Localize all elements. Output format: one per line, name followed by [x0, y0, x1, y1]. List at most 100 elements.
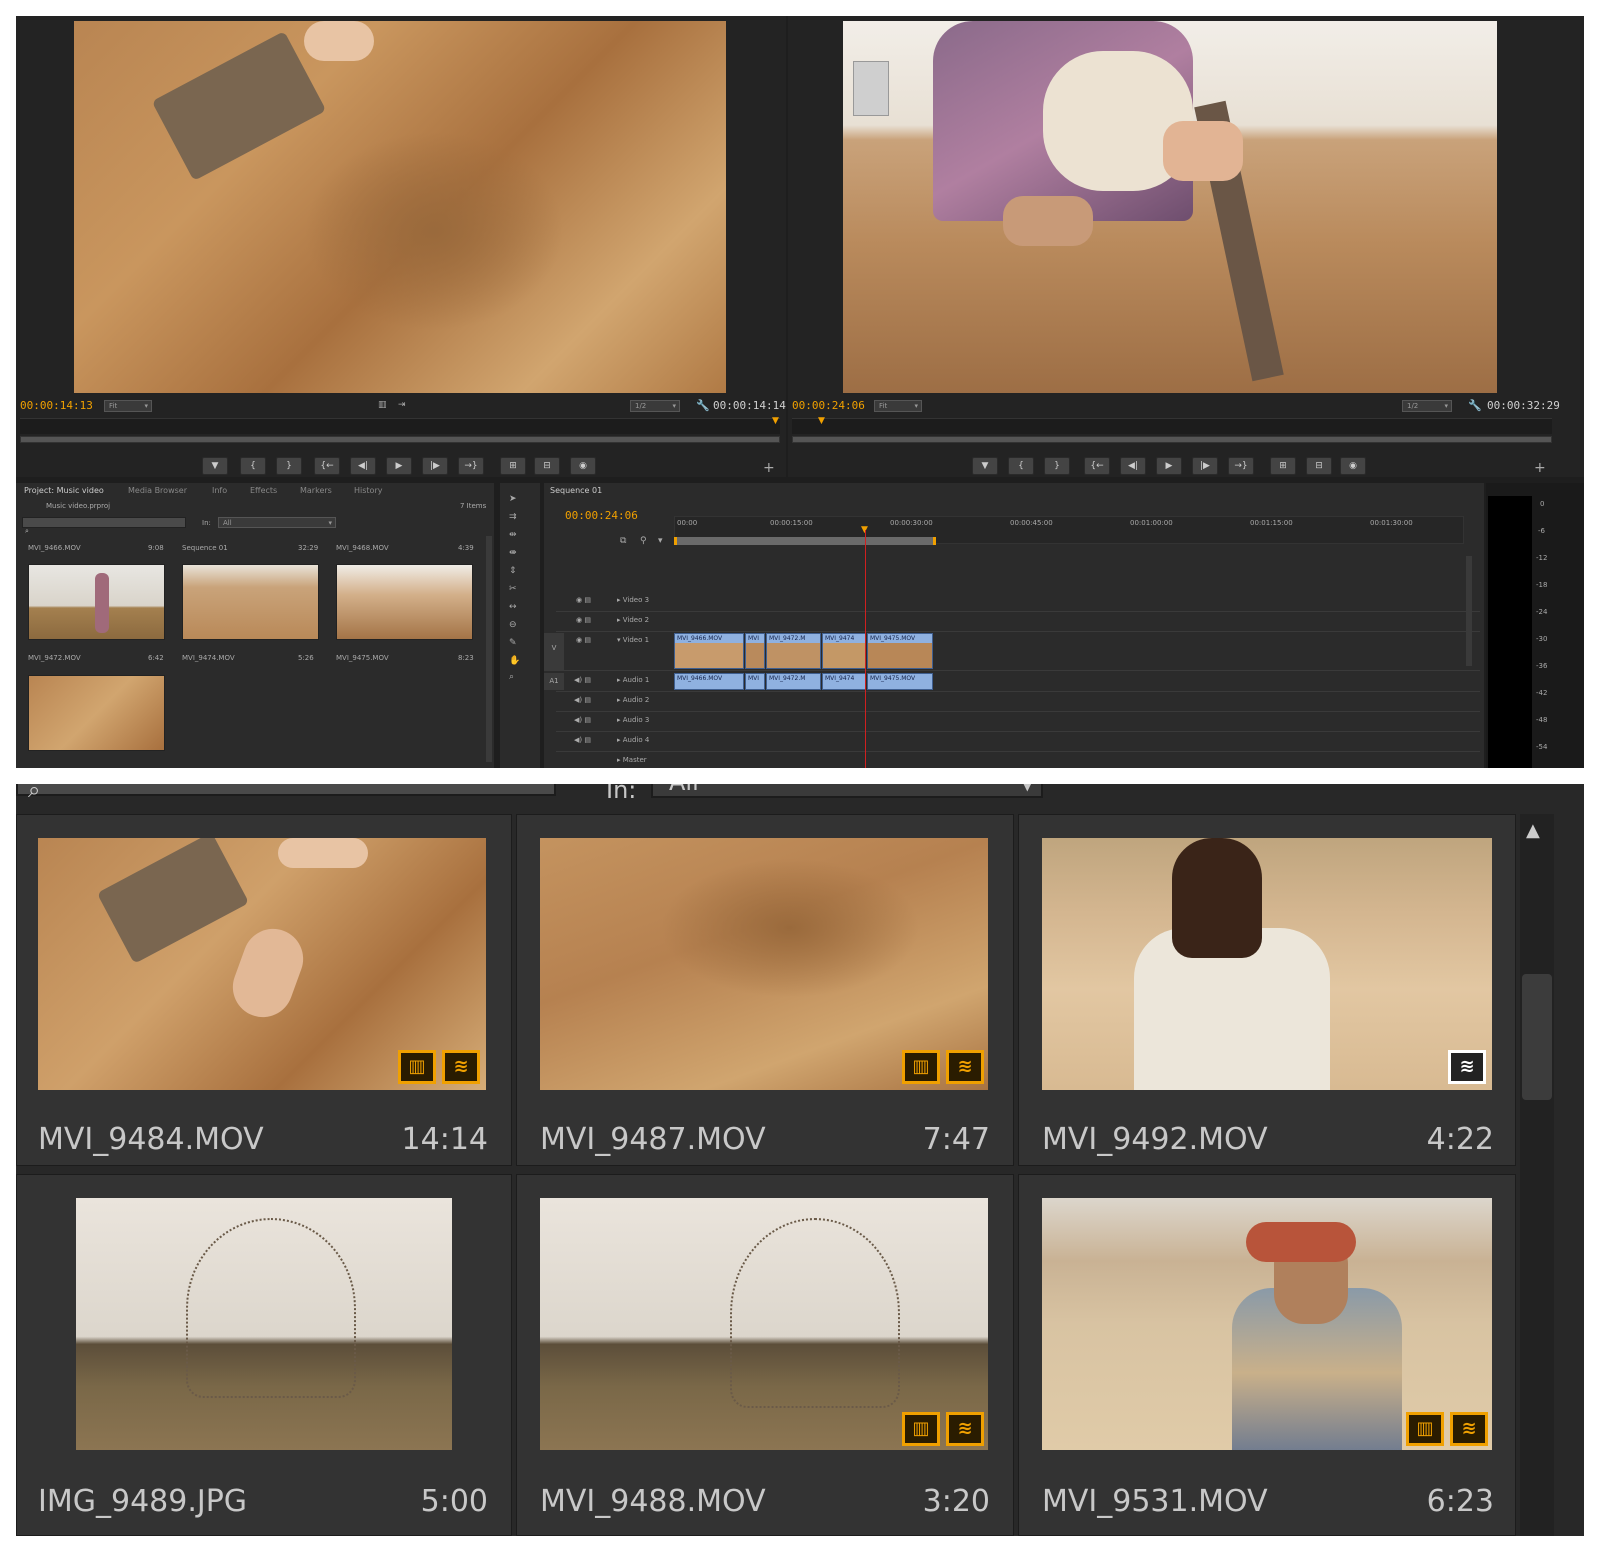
ripple-edit-tool-icon[interactable]: ⇹	[509, 530, 517, 540]
source-playhead-icon[interactable]: ▼	[772, 416, 779, 426]
export-frame-button[interactable]: ◉	[570, 457, 596, 475]
program-mark-out-button[interactable]: }	[1044, 457, 1070, 475]
thumbnail-sequence-01[interactable]	[182, 564, 319, 640]
program-step-forward-button[interactable]: |▶	[1192, 457, 1218, 475]
program-time-ruler[interactable]	[792, 418, 1552, 434]
tab-sequence[interactable]: Sequence 01	[550, 486, 602, 495]
source-add-button[interactable]: +	[763, 460, 775, 476]
in-dropdown[interactable]: All	[218, 517, 336, 528]
program-zoom-scrollbar[interactable]	[792, 436, 1552, 443]
track-select-tool-icon[interactable]: ⇉	[509, 512, 517, 522]
bin-scrollbar[interactable]	[1520, 814, 1554, 1536]
item-name: MVI_9472.MOV	[28, 654, 81, 662]
eye-icon[interactable]: ◉ ▤	[576, 596, 591, 604]
program-add-button[interactable]: +	[1534, 460, 1546, 476]
scroll-thumb[interactable]	[1522, 974, 1552, 1100]
step-back-button[interactable]: ◀|	[350, 457, 376, 475]
audio-clip[interactable]: MVI_9466.MOV	[674, 673, 744, 690]
go-to-in-button[interactable]: {←	[314, 457, 340, 475]
program-wrench-icon[interactable]: 🔧	[1468, 399, 1482, 412]
timeline-playhead-line[interactable]	[865, 530, 866, 768]
program-go-to-in-button[interactable]: {←	[1084, 457, 1110, 475]
slip-tool-icon[interactable]: ↔	[509, 602, 517, 612]
link-icon[interactable]: ▾	[658, 536, 663, 546]
thumbnail-mvi-9492[interactable]	[1042, 838, 1492, 1090]
step-forward-button[interactable]: |▶	[422, 457, 448, 475]
v-source-patch[interactable]: V	[544, 633, 564, 671]
insert-icon[interactable]: ⇥	[398, 400, 406, 410]
thumbnail-img-9489[interactable]	[76, 1198, 452, 1450]
program-export-frame-button[interactable]: ◉	[1340, 457, 1366, 475]
selection-tool-icon[interactable]: ➤	[509, 494, 517, 504]
program-timecode[interactable]: 00:00:24:06	[792, 399, 865, 412]
mark-in-button[interactable]: {	[240, 457, 266, 475]
speaker-icon[interactable]: ◀) ▤	[574, 716, 591, 724]
project-search-input[interactable]: ⌕	[22, 517, 186, 535]
hand-tool-icon[interactable]: ✋	[509, 656, 520, 666]
program-mark-in-button[interactable]: {	[1008, 457, 1034, 475]
tab-project[interactable]: Project: Music video	[24, 486, 104, 495]
source-timecode[interactable]: 00:00:14:13	[20, 399, 93, 412]
tab-info[interactable]: Info	[212, 486, 227, 495]
project-scrollbar[interactable]	[486, 536, 492, 762]
play-button[interactable]: ▶	[386, 457, 412, 475]
video-clip[interactable]: MVI_9474	[822, 633, 866, 669]
slide-tool-icon[interactable]: ⊖	[509, 620, 517, 630]
a1-source-patch[interactable]: A1	[544, 673, 564, 690]
program-zoom-dropdown[interactable]: Fit	[874, 400, 922, 412]
overwrite-button[interactable]: ⊟	[534, 457, 560, 475]
source-resolution-dropdown[interactable]: 1/2	[630, 400, 680, 412]
source-time-ruler[interactable]	[20, 418, 780, 434]
video-clip[interactable]: MVI_9475.MOV	[867, 633, 933, 669]
video-clip[interactable]: MVI_9472.M	[766, 633, 821, 669]
snap-icon[interactable]: ⧉	[620, 536, 626, 546]
marker-icon[interactable]: ⚲	[640, 536, 647, 546]
thumbnail-mvi-9468[interactable]	[336, 564, 473, 640]
zoom-search-input[interactable]: ⌕	[16, 784, 556, 803]
mark-out-button[interactable]: }	[276, 457, 302, 475]
program-step-back-button[interactable]: ◀|	[1120, 457, 1146, 475]
thumbnail-mvi-9466[interactable]	[28, 564, 165, 640]
pen-tool-icon[interactable]: ✎	[509, 638, 517, 648]
audio-clip[interactable]: MVI	[745, 673, 765, 690]
timeline-timecode[interactable]: 00:00:24:06	[565, 509, 638, 522]
program-add-marker-button[interactable]: ▼	[972, 457, 998, 475]
zoom-tool-icon[interactable]: ⌕	[509, 672, 514, 682]
speaker-icon[interactable]: ◀) ▤	[574, 736, 591, 744]
rate-stretch-tool-icon[interactable]: ⇕	[509, 566, 517, 576]
go-to-out-button[interactable]: →}	[458, 457, 484, 475]
source-zoom-scrollbar[interactable]	[20, 436, 780, 443]
wrench-icon[interactable]: 🔧	[696, 399, 710, 412]
audio-clip[interactable]: MVI_9474	[822, 673, 866, 690]
video-clip[interactable]: MVI	[745, 633, 765, 669]
thumbnail-dig[interactable]	[28, 675, 165, 751]
program-resolution-dropdown[interactable]: 1/2	[1402, 400, 1452, 412]
razor-tool-icon[interactable]: ✂	[509, 584, 517, 594]
bin-item-duration: 7:47	[922, 1122, 990, 1157]
extract-button[interactable]: ⊟	[1306, 457, 1332, 475]
timeline-scrollbar[interactable]	[1466, 556, 1472, 666]
rolling-edit-tool-icon[interactable]: ⇼	[509, 548, 517, 558]
speaker-icon[interactable]: ◀) ▤	[574, 696, 591, 704]
lift-button[interactable]: ⊞	[1270, 457, 1296, 475]
program-play-button[interactable]: ▶	[1156, 457, 1182, 475]
insert-button[interactable]: ⊞	[500, 457, 526, 475]
audio-clip[interactable]: MVI_9475.MOV	[867, 673, 933, 690]
eye-icon[interactable]: ◉ ▤	[576, 616, 591, 624]
audio-clip[interactable]: MVI_9472.M	[766, 673, 821, 690]
tab-effects[interactable]: Effects	[250, 486, 277, 495]
add-marker-button[interactable]: ▼	[202, 457, 228, 475]
speaker-icon[interactable]: ◀) ▤	[574, 676, 591, 684]
program-playhead-icon[interactable]: ▼	[818, 416, 825, 426]
eye-icon[interactable]: ◉ ▤	[576, 636, 591, 644]
tab-media-browser[interactable]: Media Browser	[128, 486, 187, 495]
tab-markers[interactable]: Markers	[300, 486, 332, 495]
scroll-up-icon[interactable]: ▲	[1526, 820, 1540, 841]
source-zoom-dropdown[interactable]: Fit	[104, 400, 152, 412]
video-clip[interactable]: MVI_9466.MOV	[674, 633, 744, 669]
program-go-to-out-button[interactable]: →}	[1228, 457, 1254, 475]
film-icon[interactable]: ▥	[378, 400, 387, 410]
zoom-in-dropdown[interactable]: All ▼	[651, 784, 1043, 798]
work-area-bar[interactable]	[674, 537, 936, 545]
tab-history[interactable]: History	[354, 486, 382, 495]
